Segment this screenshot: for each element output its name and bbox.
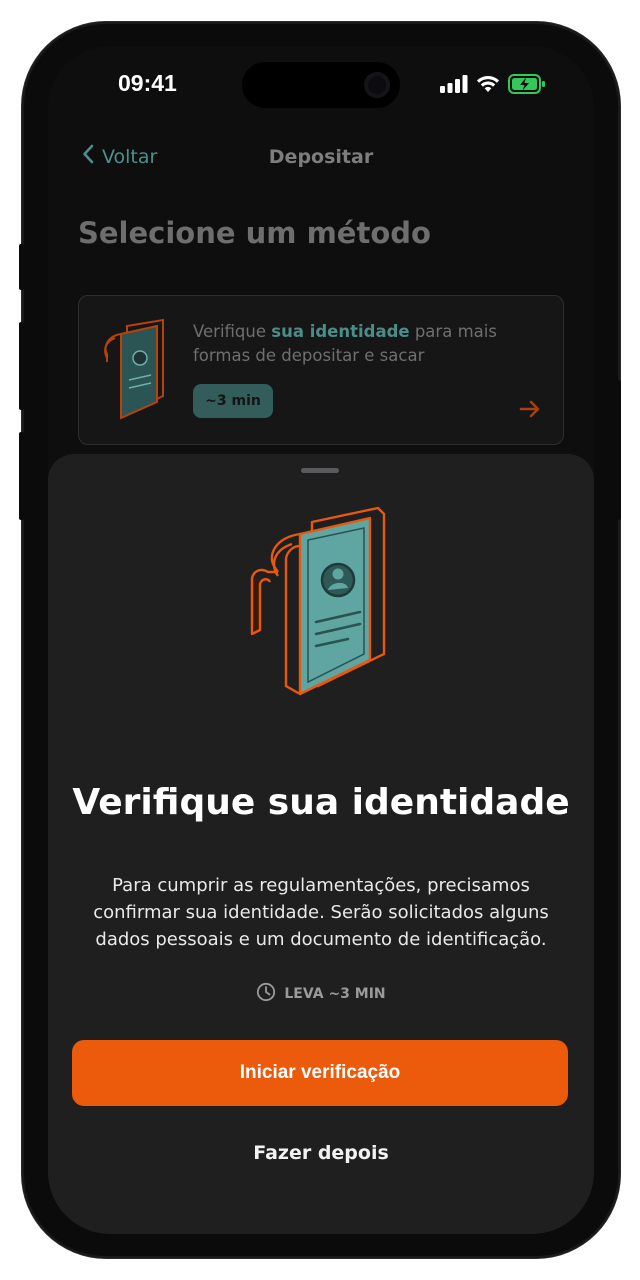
status-time: 09:41 [118,70,177,96]
verify-identity-card[interactable]: Verifique sua identidade para mais forma… [78,295,564,445]
status-icons [440,74,546,98]
id-document-illustration [248,506,398,710]
sheet-grabber[interactable] [301,468,339,473]
power-button [616,380,621,520]
start-verification-button[interactable]: Iniciar verificação [72,1040,568,1106]
method-description: Verifique sua identidade para mais forma… [193,320,523,368]
duration-label: LEVA ~3 MIN [284,986,386,1002]
volume-down-button [19,432,24,520]
id-document-icon [97,318,171,426]
navigation-bar: Voltar Depositar [48,138,594,178]
front-camera [364,72,390,98]
section-title: Selecione um método [78,216,431,250]
volume-up-button [19,322,24,410]
sheet-description: Para cumprir as regulamentações, precisa… [93,875,549,950]
bottom-sheet: Verifique sua identidade Para cumprir as… [48,454,594,1234]
duration-info: LEVA ~3 MIN [48,982,594,1006]
clock-icon [256,982,276,1006]
screen: 09:41 Voltar Depositar Selecione um méto… [48,46,594,1234]
do-later-button[interactable]: Fazer depois [48,1142,594,1164]
signal-icon [440,75,468,97]
action-button [19,244,24,290]
dynamic-island [242,62,400,108]
sheet-title: Verifique sua identidade [72,782,570,823]
method-text-highlight: sua identidade [271,322,410,341]
arrow-right-icon [519,400,541,422]
time-chip: ~3 min [193,384,273,418]
method-text-prefix: Verifique [193,322,272,341]
nav-title: Depositar [268,146,374,168]
battery-charging-icon [508,74,546,98]
wifi-icon [476,75,500,97]
